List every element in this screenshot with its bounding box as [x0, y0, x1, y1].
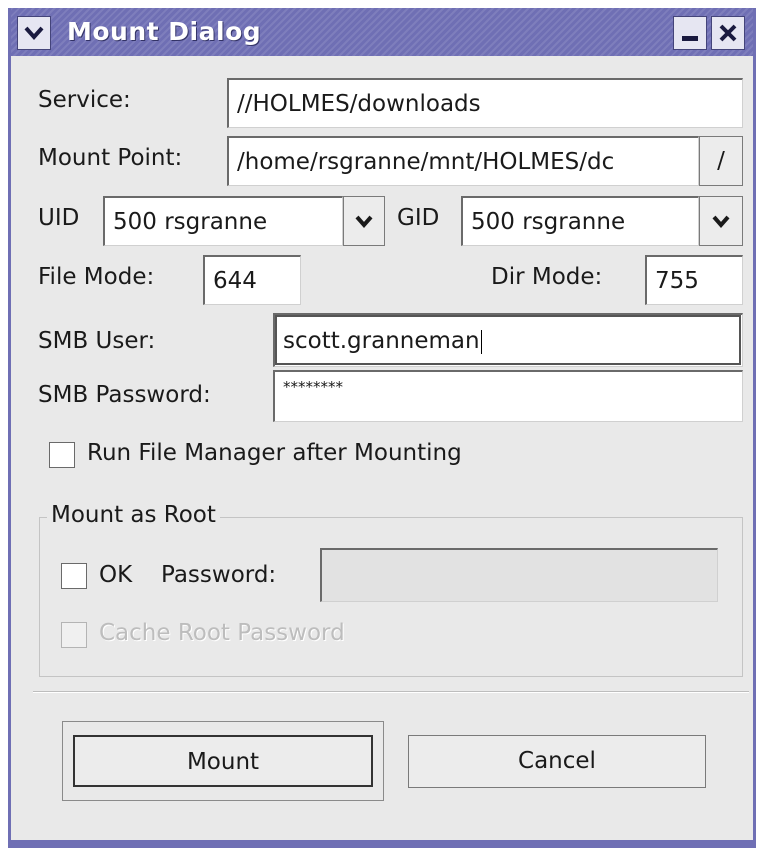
smb-user-value: scott.granneman	[283, 328, 480, 354]
run-file-manager-label[interactable]: Run File Manager after Mounting	[87, 440, 462, 466]
chevron-down-icon	[712, 215, 730, 229]
dir-mode-label: Dir Mode:	[491, 264, 603, 290]
cache-root-password-label: Cache Root Password	[99, 620, 345, 646]
service-input[interactable]: //HOLMES/downloads	[227, 78, 743, 128]
run-file-manager-checkbox[interactable]	[49, 442, 75, 468]
uid-label: UID	[38, 205, 80, 231]
title-bar[interactable]: Mount Dialog	[11, 8, 753, 56]
mount-button-focus-frame[interactable]: Mount	[62, 721, 384, 801]
chevron-down-icon	[24, 26, 44, 41]
smb-user-input[interactable]: scott.granneman	[273, 313, 743, 367]
service-label: Service:	[38, 87, 131, 113]
mount-button[interactable]: Mount	[73, 735, 373, 787]
browse-mount-point-button[interactable]: /	[699, 136, 743, 186]
chevron-down-icon	[355, 215, 373, 229]
dir-mode-input[interactable]: 755	[645, 255, 743, 305]
smb-password-input[interactable]: ********	[273, 370, 743, 422]
mount-point-label: Mount Point:	[38, 145, 183, 171]
gid-label: GID	[397, 205, 440, 231]
smb-user-label: SMB User:	[38, 328, 156, 354]
gid-dropdown-button[interactable]	[699, 196, 743, 246]
minimize-button[interactable]	[673, 16, 707, 50]
cache-root-password-checkbox	[61, 622, 87, 648]
file-mode-label: File Mode:	[38, 264, 155, 290]
mount-as-root-title: Mount as Root	[47, 502, 220, 528]
root-password-input[interactable]	[320, 548, 718, 602]
text-cursor	[480, 329, 482, 354]
root-ok-label[interactable]: OK	[99, 562, 132, 588]
mount-point-input[interactable]: /home/rsgranne/mnt/HOLMES/dc	[227, 136, 699, 186]
minimize-icon	[682, 36, 698, 41]
file-mode-input[interactable]: 644	[203, 255, 301, 305]
window-menu-button[interactable]	[17, 16, 51, 50]
cancel-button[interactable]: Cancel	[408, 735, 706, 788]
mount-dialog-window: Mount Dialog Service: //HOLMES/downloads…	[8, 8, 756, 848]
uid-select[interactable]: 500 rsgranne	[103, 196, 343, 246]
close-icon	[719, 24, 737, 42]
button-separator	[33, 691, 749, 693]
window-title: Mount Dialog	[67, 17, 262, 46]
gid-select[interactable]: 500 rsgranne	[461, 196, 699, 246]
close-button[interactable]	[711, 16, 745, 50]
root-ok-checkbox[interactable]	[61, 563, 87, 589]
uid-dropdown-button[interactable]	[343, 196, 385, 246]
smb-password-label: SMB Password:	[38, 382, 211, 408]
root-password-label: Password:	[161, 562, 277, 588]
